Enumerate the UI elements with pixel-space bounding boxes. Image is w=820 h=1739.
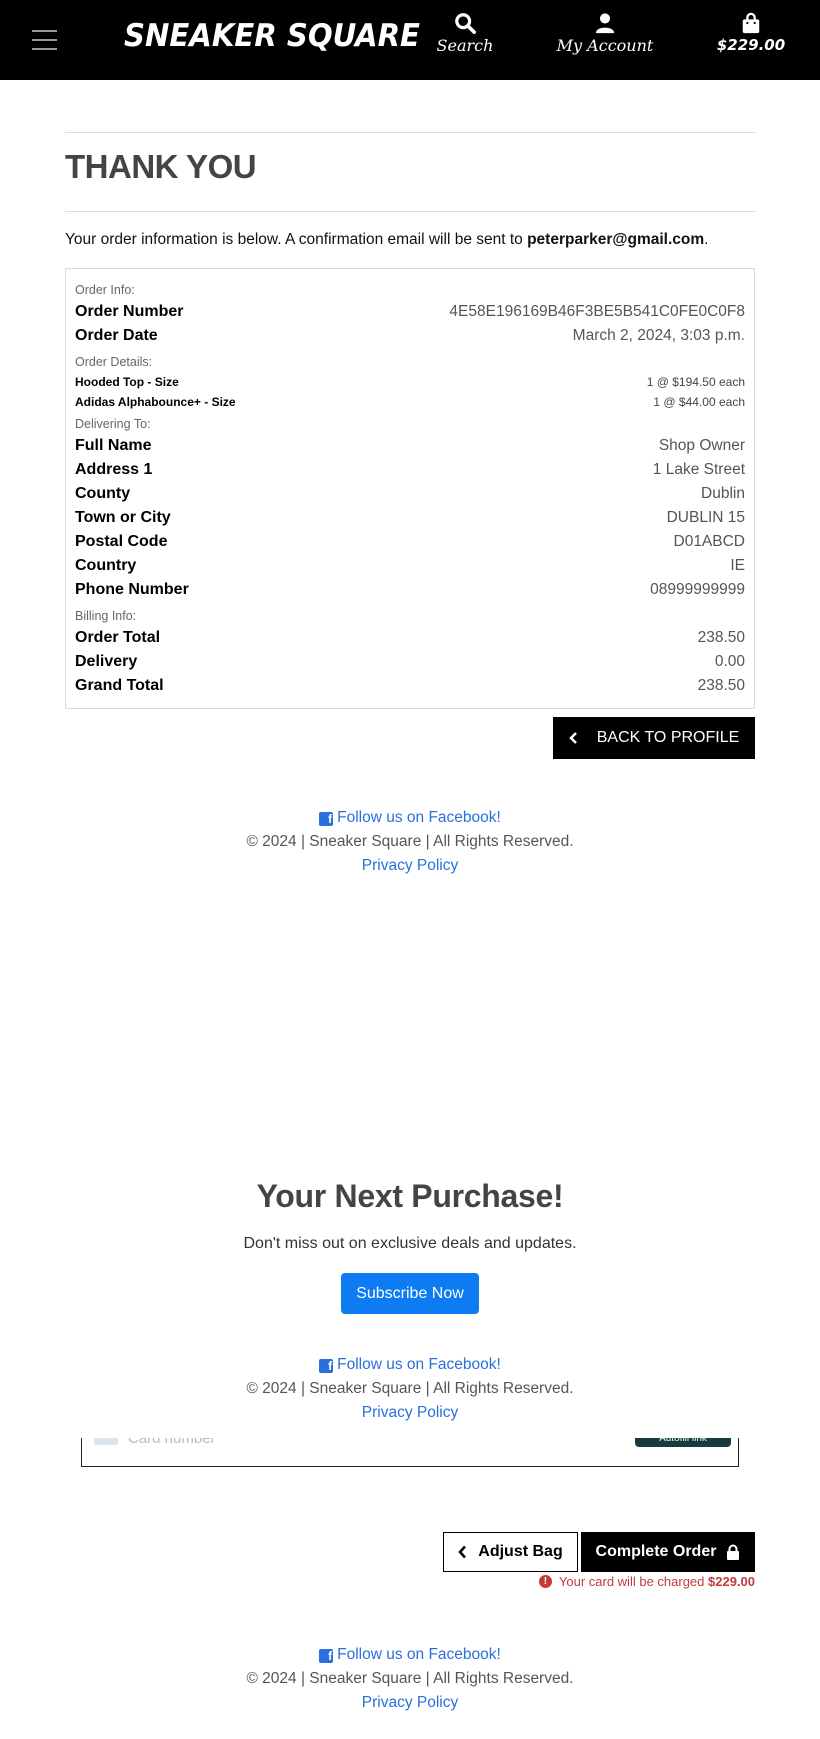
billing-value: 0.00: [714, 653, 745, 670]
copyright: © 2024 | Sneaker Square | All Rights Res…: [246, 1670, 574, 1687]
confirmation-email: peterparker@gmail.com: [527, 231, 705, 248]
item-name: Hooded Top - Size: [75, 375, 179, 389]
delivery-label: Country: [75, 557, 137, 574]
billing-value: 238.50: [697, 629, 745, 646]
privacy-policy-link[interactable]: Privacy Policy: [362, 1694, 458, 1711]
delivery-label: County: [75, 485, 131, 502]
shopping-bag-icon: [742, 12, 760, 34]
divider: [65, 132, 755, 133]
delivery-value: Dublin: [701, 485, 745, 502]
chevron-left-icon: [458, 1545, 467, 1559]
order-info-heading: Order Info:: [75, 283, 135, 297]
bag-total: $229.00: [716, 36, 786, 54]
privacy-policy-link[interactable]: Privacy Policy: [362, 857, 458, 874]
promo-subtitle: Don't miss out on exclusive deals and up…: [243, 1235, 577, 1252]
footer: f Follow us on Facebook! © 2024 | Sneaker…: [0, 806, 820, 878]
intro-message: Your order information is below. A confi…: [65, 231, 528, 248]
menu-icon[interactable]: [32, 30, 57, 50]
card-number-placeholder: Card number: [128, 1438, 216, 1447]
alert-icon: !: [538, 1575, 552, 1588]
item-qty: 1 @ $194.50 each: [646, 375, 745, 389]
subscribe-button[interactable]: Subscribe Now: [341, 1273, 479, 1314]
order-date-label: Order Date: [75, 327, 158, 344]
delivery-label: Postal Code: [75, 533, 168, 550]
delivery-value: IE: [730, 557, 745, 574]
item-name: Adidas Alphabounce+ - Size: [75, 395, 236, 409]
bag-link[interactable]: $229.00: [696, 12, 806, 54]
billing-label: Delivery: [75, 653, 138, 670]
delivery-value: 1 Lake Street: [652, 461, 745, 478]
adjust-bag-label: Adjust Bag: [478, 1543, 563, 1560]
facebook-link[interactable]: Follow us on Facebook!: [337, 1356, 501, 1373]
billing-value: 238.50: [697, 677, 745, 694]
chevron-left-icon: [568, 732, 577, 744]
copyright: © 2024 | Sneaker Square | All Rights Res…: [246, 833, 574, 850]
facebook-link[interactable]: Follow us on Facebook!: [337, 1646, 501, 1663]
back-to-profile-button[interactable]: BACK TO PROFILE: [553, 717, 755, 759]
account-label: My Account: [556, 36, 654, 55]
item-qty: 1 @ $44.00 each: [653, 395, 745, 409]
card-number-field[interactable]: Card number Autofill link: [81, 1438, 739, 1467]
delivery-value: DUBLIN 15: [666, 509, 745, 526]
delivery-value: Shop Owner: [658, 437, 745, 454]
billing-label: Order Total: [75, 629, 161, 646]
search-icon: [455, 13, 476, 34]
footer: f Follow us on Facebook! © 2024 | Sneaker…: [0, 1643, 820, 1715]
order-details-heading: Order Details:: [75, 355, 153, 369]
charge-amount: $229.00: [708, 1574, 755, 1589]
facebook-icon: f: [319, 1359, 334, 1373]
page-title: THANK YOU: [65, 148, 257, 185]
copyright: © 2024 | Sneaker Square | All Rights Res…: [246, 1380, 574, 1397]
complete-order-button[interactable]: Complete Order: [581, 1532, 755, 1572]
privacy-policy-link[interactable]: Privacy Policy: [362, 1404, 458, 1421]
brand-logo[interactable]: SNEAKER SQUARE: [124, 18, 420, 54]
delivery-label: Full Name: [75, 437, 152, 454]
back-to-profile-label: BACK TO PROFILE: [596, 729, 740, 746]
account-link[interactable]: My Account: [550, 12, 660, 55]
site-header: SNEAKER SQUARE Search My Account $229.00: [0, 0, 820, 80]
order-summary: Order Info: Order Number 4E58E196169B46F3…: [65, 268, 755, 709]
intro-text: Your order information is below. A confi…: [65, 231, 708, 249]
promo-title: Your Next Purchase!: [256, 1178, 564, 1214]
user-icon: [595, 13, 615, 34]
delivery-label: Town or City: [75, 509, 171, 526]
order-date: March 2, 2024, 3:03 p.m.: [572, 327, 745, 344]
delivery-label: Address 1: [75, 461, 153, 478]
order-number: 4E58E196169B46F3BE5B541C0FE0C0F8: [449, 303, 745, 320]
delivery-value: D01ABCD: [673, 533, 746, 550]
charge-text: Your card will be charged: [558, 1574, 708, 1589]
search-link[interactable]: Search: [410, 12, 520, 55]
divider: [65, 211, 755, 212]
lock-icon: [727, 1544, 740, 1560]
billing-label: Grand Total: [75, 677, 164, 694]
card-icon: [94, 1438, 118, 1445]
footer: f Follow us on Facebook! © 2024 | Sneaker…: [0, 1353, 820, 1425]
intro-end: .: [704, 231, 709, 248]
delivery-label: Phone Number: [75, 581, 189, 598]
order-number-label: Order Number: [75, 303, 184, 320]
billing-heading: Billing Info:: [75, 609, 137, 623]
search-label: Search: [436, 36, 494, 55]
delivering-heading: Delivering To:: [75, 417, 151, 431]
complete-order-label: Complete Order: [595, 1543, 717, 1560]
adjust-bag-button[interactable]: Adjust Bag: [443, 1532, 578, 1572]
autofill-link-button[interactable]: Autofill link: [635, 1438, 731, 1447]
facebook-icon: f: [319, 1649, 334, 1663]
delivery-value: 08999999999: [650, 581, 745, 598]
charge-notice: ! Your card will be charged $229.00: [538, 1574, 755, 1589]
facebook-link[interactable]: Follow us on Facebook!: [337, 809, 501, 826]
facebook-icon: f: [319, 812, 334, 826]
